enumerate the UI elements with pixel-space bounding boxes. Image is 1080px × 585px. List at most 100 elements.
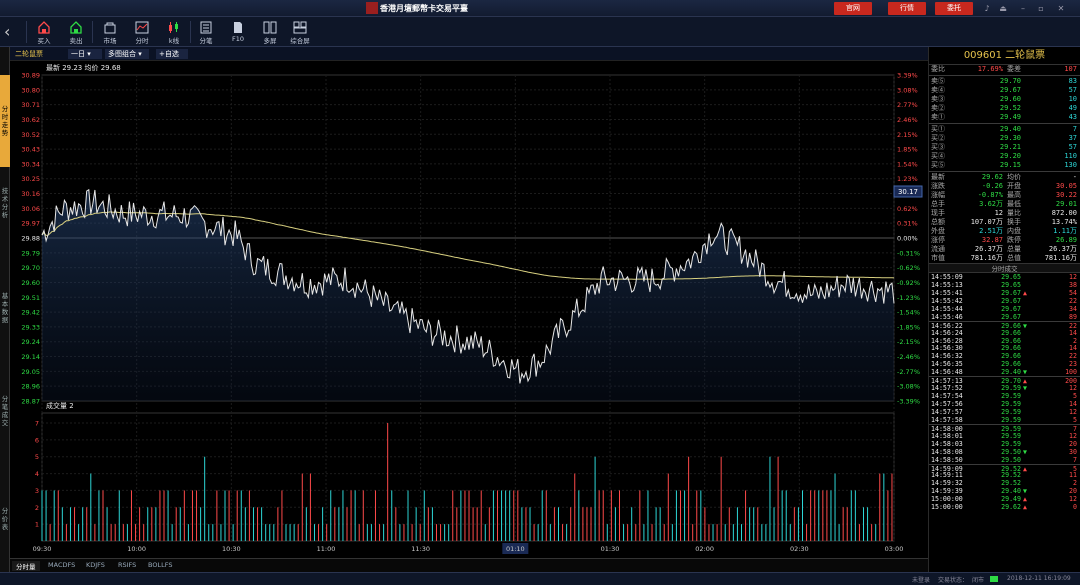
tab-basic-data[interactable]: 基本数据 <box>0 292 10 332</box>
official-site-button[interactable]: 官网 <box>834 2 872 15</box>
tick-time: 14:59:11 <box>931 471 963 480</box>
divider <box>929 123 1080 124</box>
timeshare-chart[interactable]: 30.89 3.39% 30.80 3.08% 30.71 2.77% 30.62 2.46%… <box>10 61 928 558</box>
tab-tick-trades[interactable]: 分笔成交 <box>0 395 10 435</box>
period-select[interactable]: 一日 ▾ <box>68 49 102 59</box>
divider <box>190 21 191 43</box>
ask-level: 卖② <box>931 104 945 112</box>
tick-price: 29.50 <box>1001 447 1021 456</box>
tick-row: 14:55:13 29.65 38 <box>929 281 1080 289</box>
sell-button[interactable]: 卖出 <box>62 19 90 45</box>
tab-timeshare-trend[interactable]: 分时走势 <box>0 75 10 167</box>
tick-price: 29.66 <box>1001 344 1021 353</box>
sound-icon[interactable]: ♪ <box>980 2 994 15</box>
stat-value: 29.62 <box>981 173 1003 181</box>
tick-volume: 5 <box>1073 415 1077 424</box>
pct-tick-label: -0.62% <box>897 264 920 272</box>
kline-button[interactable]: k线 <box>160 19 188 45</box>
multiscreen-button[interactable]: 多屏 <box>256 19 284 45</box>
pct-tick-label: -2.46% <box>897 353 920 361</box>
tick-price: 29.66 <box>1001 360 1021 369</box>
order-button[interactable]: 委托 <box>935 2 973 15</box>
ask-level: 卖① <box>931 113 945 121</box>
tab-boll[interactable]: BOLLFS <box>144 561 176 569</box>
timeshare-button[interactable]: 分时 <box>128 19 156 45</box>
price-tick-label: 30.62 <box>21 116 40 124</box>
ticks-button[interactable]: 分笔 <box>192 19 220 45</box>
stat-value: 781.16万 <box>970 254 1003 262</box>
tab-rsi[interactable]: RSIFS <box>114 561 140 569</box>
stat-label: 总手 <box>931 200 945 208</box>
f10-button[interactable]: F10 <box>224 19 252 45</box>
price-tick-label: 29.60 <box>21 279 40 287</box>
time-tick-label: 01:10 <box>506 545 525 553</box>
stat-value: 3.62万 <box>979 200 1003 208</box>
ticks-list[interactable]: 14:55:09 29.65 12 14:55:13 29.65 38 14:55:41 29… <box>929 273 1080 511</box>
wc-value: 107 <box>1064 65 1077 73</box>
wb-value: 17.69% <box>977 65 1003 73</box>
overlay-select[interactable]: 多图组合 ▾ <box>105 49 149 59</box>
minimize-icon[interactable]: – <box>1016 2 1030 15</box>
ask-volume: 57 <box>1068 86 1077 94</box>
pct-tick-label: -2.77% <box>897 368 920 376</box>
pct-tick-label: -0.31% <box>897 249 920 257</box>
bid-row: 买② 29.30 37 <box>929 134 1080 143</box>
sell-icon <box>70 21 82 34</box>
price-tick-label: 29.88 <box>21 235 40 243</box>
tick-volume: 5 <box>1073 392 1077 401</box>
tick-time: 14:56:30 <box>931 344 963 353</box>
tick-time: 14:56:48 <box>931 368 963 377</box>
divider <box>26 21 27 43</box>
price-tick-label: 29.42 <box>21 309 40 317</box>
buy-button[interactable]: 买入 <box>30 19 58 45</box>
back-arrow-icon[interactable]: ‹ <box>4 23 18 41</box>
eject-icon[interactable]: ⏏ <box>996 2 1010 15</box>
price-tick-label: 29.14 <box>21 353 40 361</box>
tick-price: 29.66 <box>1001 336 1021 345</box>
tick-row: 14:58:00 29.59 7 <box>929 423 1080 433</box>
wb-label: 委比 <box>931 65 945 73</box>
stat-value: 30.05 <box>1055 182 1077 190</box>
stat-value: 29.01 <box>1055 200 1077 208</box>
main-toolbar: ‹ 买入 卖出 市场 分时 k线 分笔 F10 多屏 综合屏 <box>0 17 1080 47</box>
ask-level: 卖③ <box>931 95 945 103</box>
stat-value: 30.22 <box>1055 191 1077 199</box>
add-watchlist-button[interactable]: +自选 <box>156 49 188 59</box>
price-tick-label: 30.25 <box>21 175 40 183</box>
volume-tick-label: 1 <box>35 521 39 529</box>
tick-price: 29.59 <box>1001 392 1021 401</box>
tick-row: 14:55:44 29.67 34 <box>929 305 1080 313</box>
stat-value: - <box>1072 173 1077 181</box>
stat-value: 107.07万 <box>970 218 1003 226</box>
tab-price-distribution[interactable]: 分价表 <box>0 507 10 537</box>
tick-volume: 20 <box>1069 487 1077 496</box>
tab-kdj[interactable]: KDJFS <box>82 561 109 569</box>
app-title: 香港月壇郵幣卡交易平臺 <box>380 4 468 13</box>
time-tick-label: 02:00 <box>695 545 714 553</box>
price-tick-label: 30.89 <box>21 72 40 80</box>
stat-label: 总额 <box>931 218 945 226</box>
tick-price: 29.59 <box>1001 415 1021 424</box>
stat-label: 最低 <box>1007 200 1021 208</box>
market-quote-button[interactable]: 行情 <box>888 2 926 15</box>
price-tick-label: 29.05 <box>21 368 40 376</box>
ask-price: 29.60 <box>999 95 1021 103</box>
composite-button[interactable]: 综合屏 <box>286 19 314 45</box>
tick-time: 14:55:44 <box>931 304 963 313</box>
price-tick-label: 30.80 <box>21 86 40 94</box>
market-button[interactable]: 市场 <box>96 19 124 45</box>
tab-technical-analysis[interactable]: 技术分析 <box>0 187 10 237</box>
tick-price: 29.66 <box>1001 328 1021 337</box>
tab-macd[interactable]: MACDFS <box>44 561 79 569</box>
volume-tick-label: 6 <box>35 436 39 444</box>
stat-label: 市值 <box>931 254 945 262</box>
pct-tick-label: 1.54% <box>897 160 918 168</box>
divider <box>92 21 93 43</box>
ticks-icon <box>200 21 212 34</box>
tick-price: 29.40 <box>1001 487 1021 496</box>
close-icon[interactable]: ✕ <box>1054 2 1068 15</box>
sell-label: 卖出 <box>69 37 83 45</box>
kline-label: k线 <box>168 37 180 45</box>
maximize-icon[interactable]: ▫ <box>1034 2 1048 15</box>
tab-volume[interactable]: 分时量 <box>12 561 40 571</box>
